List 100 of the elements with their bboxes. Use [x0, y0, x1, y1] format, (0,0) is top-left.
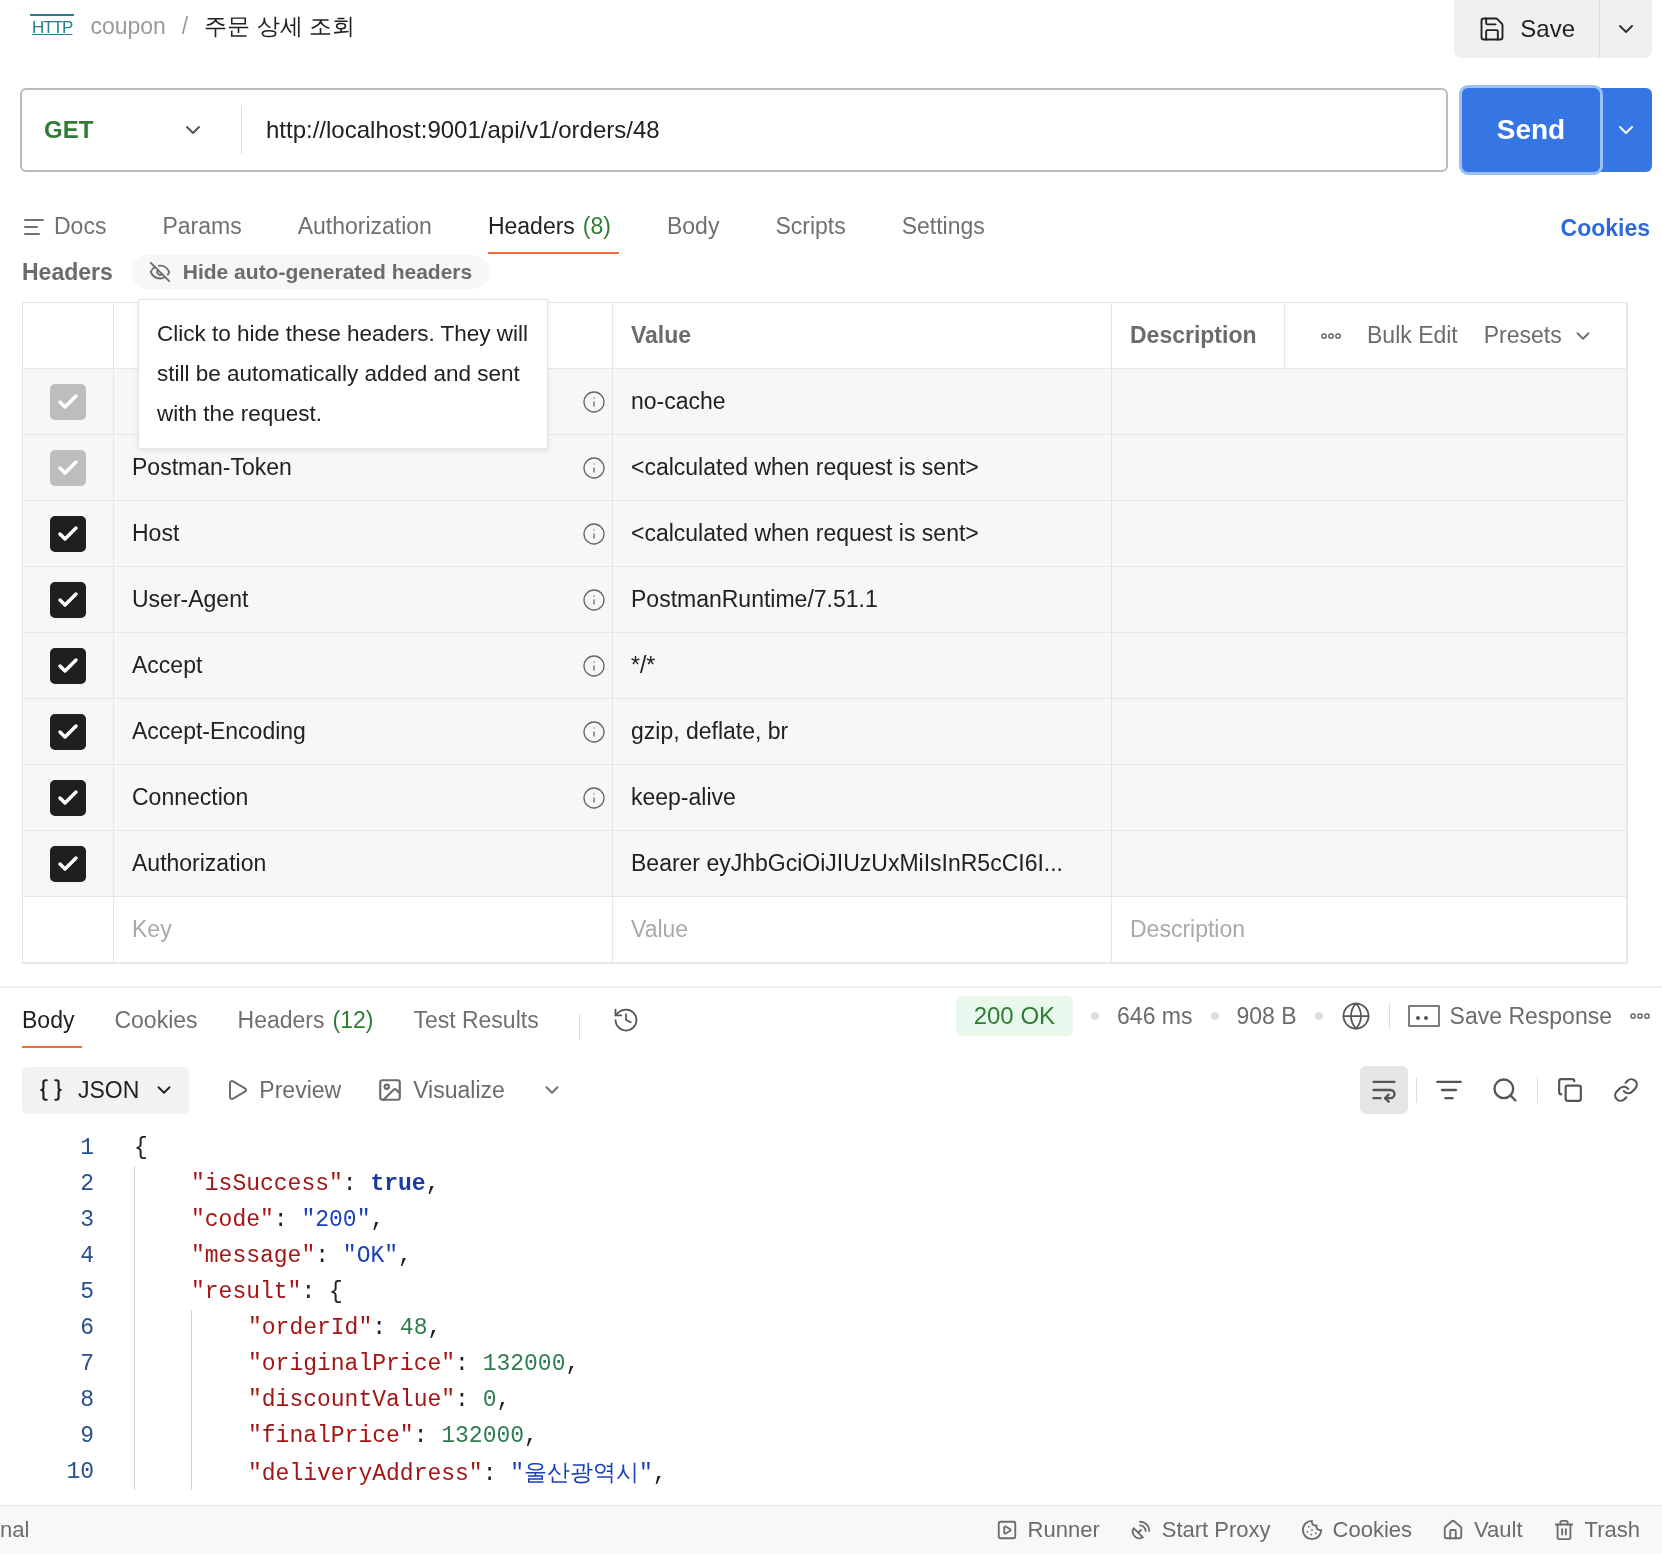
more-button[interactable]	[1630, 1013, 1650, 1019]
bulk-edit-button[interactable]: Bulk Edit	[1367, 322, 1458, 349]
line-number: 7	[79, 1351, 95, 1377]
format-dropdown[interactable]: JSON	[22, 1066, 190, 1114]
url-field[interactable]: GET http://localhost:9001/api/v1/orders/48	[20, 88, 1448, 172]
breadcrumb-separator: /	[181, 12, 189, 40]
satellite-dish-icon	[1129, 1519, 1152, 1541]
header-key: Postman-Token	[132, 454, 292, 480]
code-line: "result": {	[191, 1279, 343, 1305]
line-number: 6	[79, 1315, 95, 1341]
code-line: "code": "200",	[191, 1207, 385, 1233]
request-tab[interactable]: Settings	[901, 213, 993, 254]
cookies-link[interactable]: Cookies	[1560, 215, 1650, 254]
line-number: 1	[79, 1135, 95, 1161]
code-line: "orderId": 48,	[248, 1315, 442, 1341]
separator-dot	[1091, 1012, 1100, 1020]
save-button[interactable]: Save	[1454, 0, 1600, 58]
separator-dot	[1314, 1012, 1323, 1020]
header-value: gzip, deflate, br	[631, 718, 789, 745]
request-tab[interactable]: Docs	[22, 213, 115, 254]
header-value: no-cache	[631, 388, 726, 415]
hide-headers-button[interactable]: Hide auto-generated headers	[130, 255, 491, 289]
method-dropdown[interactable]: GET	[22, 106, 242, 154]
wrap-button[interactable]	[1360, 1066, 1408, 1114]
example-icon	[1407, 1004, 1440, 1028]
request-tab[interactable]: Scripts	[775, 213, 854, 254]
separator-dot	[1210, 1012, 1219, 1020]
checkbox[interactable]	[50, 581, 86, 618]
checkbox[interactable]	[50, 515, 86, 552]
status-bar-button[interactable]: Cookies	[1300, 1517, 1413, 1543]
status-badge: 200 OK	[955, 996, 1074, 1036]
header-key: Accept-Encoding	[132, 718, 306, 744]
tooltip: Click to hide these headers. They will still be automatically added and sent with the request.	[138, 299, 548, 449]
info-icon[interactable]	[582, 719, 606, 744]
column-header: Description	[1130, 322, 1257, 349]
save-response-button[interactable]: Save Response	[1407, 1002, 1612, 1030]
response-tab[interactable]: Test Results	[413, 1007, 547, 1048]
http-badge: HTTP	[30, 14, 75, 38]
cookie-icon	[1300, 1519, 1323, 1541]
request-tab[interactable]: Headers (8)	[487, 213, 619, 254]
house-icon	[1442, 1519, 1465, 1541]
response-tab[interactable]: Cookies	[114, 1007, 206, 1048]
response-time: 646 ms	[1117, 1002, 1193, 1030]
line-number: 10	[65, 1459, 95, 1485]
response-size: 908 B	[1236, 1002, 1297, 1030]
header-value: <calculated when request is sent>	[631, 454, 979, 481]
info-icon[interactable]	[582, 521, 606, 546]
header-key: Accept	[132, 652, 203, 678]
request-tab[interactable]: Params	[162, 213, 250, 254]
response-tab[interactable]: Headers (12)	[237, 1007, 382, 1048]
column-header: Value	[631, 322, 692, 349]
request-tab[interactable]: Body	[666, 213, 728, 254]
code-line: "deliveryAddress": "울산광역시",	[248, 1459, 667, 1488]
line-number: 8	[79, 1387, 95, 1413]
checkbox[interactable]	[50, 647, 86, 684]
collection-name[interactable]: coupon	[90, 12, 166, 40]
request-tab[interactable]: Authorization	[297, 213, 440, 254]
response-tab[interactable]: Body	[22, 1007, 83, 1048]
code-line: "originalPrice": 132000,	[248, 1351, 580, 1377]
code-line: "discountValue": 0,	[248, 1387, 511, 1413]
status-bar-button[interactable]: Start Proxy	[1129, 1517, 1271, 1543]
code-line: "isSuccess": true,	[191, 1171, 440, 1197]
more-button[interactable]	[1321, 332, 1341, 339]
header-value: */*	[631, 652, 656, 679]
info-icon[interactable]	[582, 587, 606, 612]
ellipsis-icon	[1321, 332, 1341, 339]
eye-off-icon	[148, 261, 171, 283]
send-button[interactable]: Send	[1462, 88, 1600, 172]
request-name: 주문 상세 조회	[204, 11, 356, 41]
play-square-icon	[995, 1519, 1018, 1541]
checkbox[interactable]	[50, 845, 86, 882]
status-text: nal	[0, 1517, 30, 1543]
info-icon[interactable]	[582, 785, 606, 810]
status-bar-button[interactable]: Vault	[1442, 1517, 1523, 1543]
braces-icon	[38, 1077, 64, 1103]
header-key: User-Agent	[132, 586, 249, 612]
globe-icon[interactable]	[1340, 1001, 1371, 1031]
line-number: 2	[79, 1171, 95, 1197]
checkbox[interactable]	[50, 713, 86, 750]
code-line: "finalPrice": 132000,	[248, 1423, 538, 1449]
visualize-button[interactable]: Visualize	[377, 1076, 505, 1104]
preview-button[interactable]: Preview	[225, 1076, 342, 1104]
section-title: Headers	[22, 258, 113, 286]
line-number: 4	[79, 1243, 95, 1269]
status-bar-button[interactable]: Runner	[995, 1517, 1100, 1543]
copy-icon	[1557, 1077, 1583, 1103]
code-line: {	[134, 1135, 148, 1161]
header-key: Authorization	[132, 850, 267, 876]
line-number: 5	[79, 1279, 95, 1305]
info-icon[interactable]	[582, 653, 606, 678]
status-bar-button[interactable]: Trash	[1552, 1517, 1640, 1543]
link-icon	[1613, 1077, 1639, 1103]
code-line: "message": "OK",	[191, 1243, 412, 1269]
line-number: 3	[79, 1207, 95, 1233]
header-value: <calculated when request is sent>	[631, 520, 979, 547]
checkbox[interactable]	[50, 779, 86, 816]
header-value: keep-alive	[631, 784, 736, 811]
line-number: 9	[79, 1423, 95, 1449]
presets-dropdown[interactable]: Presets	[1483, 322, 1594, 349]
image-icon	[377, 1077, 404, 1103]
